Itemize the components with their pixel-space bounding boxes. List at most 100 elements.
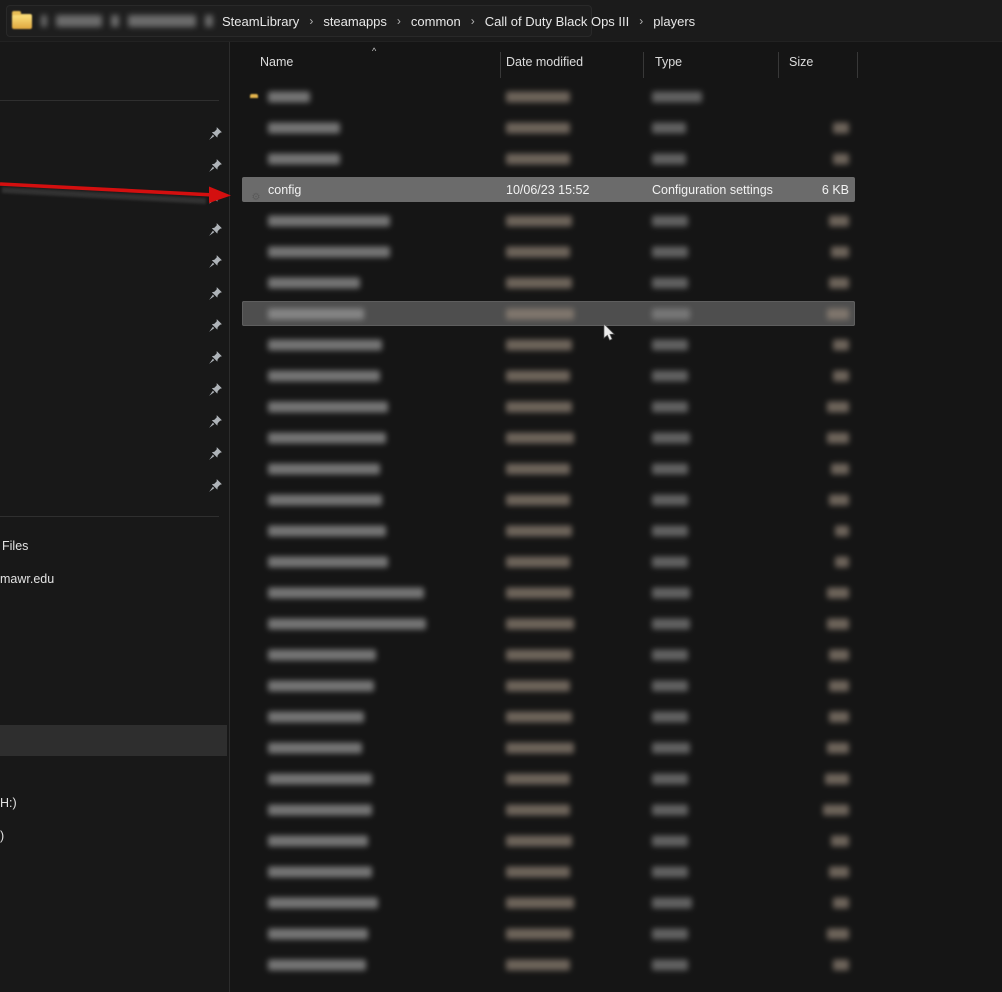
- pin-icon: [208, 222, 223, 237]
- file-size: 6 KB: [821, 182, 849, 197]
- file-row[interactable]: [242, 735, 855, 760]
- file-row[interactable]: [242, 611, 855, 636]
- pin-icon: [208, 382, 223, 397]
- file-size-redacted: [827, 401, 849, 412]
- file-row[interactable]: [242, 642, 855, 667]
- file-row[interactable]: [242, 270, 855, 295]
- file-date-redacted: [506, 711, 572, 722]
- file-name-redacted: [268, 463, 380, 474]
- breadcrumb-segment[interactable]: Call of Duty Black Ops III: [485, 14, 630, 29]
- breadcrumb-chevron-icon: ›: [470, 14, 475, 28]
- file-row[interactable]: [242, 239, 855, 264]
- nav-item-drive[interactable]: ): [0, 829, 4, 843]
- nav-item-drive-h[interactable]: H:): [0, 796, 17, 810]
- file-type-redacted: [652, 494, 688, 505]
- file-size-redacted: [823, 804, 849, 815]
- file-date-redacted: [506, 804, 570, 815]
- breadcrumb-segment-redacted[interactable]: [205, 15, 213, 27]
- file-row[interactable]: [242, 797, 855, 822]
- file-row[interactable]: [242, 859, 855, 884]
- file-row[interactable]: [242, 518, 855, 543]
- pin-icon: [208, 350, 223, 365]
- file-date-redacted: [506, 680, 570, 691]
- file-size-redacted: [835, 556, 849, 567]
- file-row[interactable]: [242, 828, 855, 853]
- file-name-redacted: [268, 866, 372, 877]
- nav-separator: [0, 100, 219, 101]
- file-size-redacted: [825, 773, 849, 784]
- file-row[interactable]: [242, 456, 855, 481]
- file-type-redacted: [652, 835, 688, 846]
- file-size-redacted: [835, 525, 849, 536]
- file-size-redacted: [833, 122, 849, 133]
- file-name: config: [268, 182, 302, 197]
- breadcrumb-segment[interactable]: steamapps: [323, 14, 387, 29]
- file-name-redacted: [268, 711, 364, 722]
- pin-icon: [208, 254, 223, 269]
- nav-item-highlight[interactable]: [0, 725, 227, 756]
- file-row[interactable]: [242, 115, 855, 140]
- file-type-redacted: [652, 463, 688, 474]
- file-row[interactable]: [242, 549, 855, 574]
- file-row[interactable]: [242, 84, 855, 109]
- breadcrumb-segment-redacted[interactable]: [128, 15, 196, 27]
- file-row[interactable]: [242, 487, 855, 512]
- file-size-redacted: [833, 897, 849, 908]
- breadcrumb-segment[interactable]: common: [411, 14, 461, 29]
- file-row[interactable]: [242, 766, 855, 791]
- file-type-redacted: [652, 153, 686, 164]
- file-row[interactable]: [242, 146, 855, 171]
- file-row[interactable]: [242, 363, 855, 388]
- file-row[interactable]: [242, 890, 855, 915]
- file-row[interactable]: [242, 704, 855, 729]
- file-row[interactable]: [242, 301, 855, 326]
- file-row[interactable]: [242, 952, 855, 977]
- file-row[interactable]: [242, 332, 855, 357]
- breadcrumb-segment[interactable]: SteamLibrary: [222, 14, 299, 29]
- file-type-redacted: [652, 556, 688, 567]
- file-name-redacted: [268, 91, 310, 102]
- file-name-redacted: [268, 122, 340, 133]
- file-date-redacted: [506, 959, 570, 970]
- file-row[interactable]: [242, 425, 855, 450]
- file-type-redacted: [652, 773, 688, 784]
- file-row[interactable]: [242, 394, 855, 419]
- file-date-redacted: [506, 525, 572, 536]
- file-name-redacted: [268, 959, 366, 970]
- file-row-config[interactable]: config 10/06/23 15:52 Configuration settin…: [242, 177, 855, 202]
- file-row[interactable]: [242, 208, 855, 233]
- breadcrumb-segment-redacted[interactable]: [111, 15, 119, 27]
- file-row[interactable]: [242, 673, 855, 698]
- file-type-redacted: [652, 618, 690, 629]
- breadcrumb-segment[interactable]: players: [653, 14, 695, 29]
- file-name-redacted: [268, 525, 386, 536]
- nav-separator: [0, 516, 219, 517]
- file-date-redacted: [506, 370, 570, 381]
- file-size-redacted: [827, 742, 849, 753]
- file-type-redacted: [652, 587, 690, 598]
- file-date-redacted: [506, 835, 572, 846]
- file-date-redacted: [506, 494, 570, 505]
- file-type-redacted: [652, 742, 690, 753]
- file-type-redacted: [652, 897, 692, 908]
- file-name-redacted: [268, 618, 426, 629]
- breadcrumb-chevron-icon: ›: [396, 14, 401, 28]
- file-type-redacted: [652, 525, 688, 536]
- breadcrumb-segment-redacted[interactable]: [41, 15, 47, 27]
- file-name-redacted: [268, 773, 372, 784]
- nav-item-files[interactable]: Files: [2, 539, 28, 553]
- breadcrumb-segment-redacted[interactable]: [56, 15, 102, 27]
- file-row[interactable]: [242, 921, 855, 946]
- file-type-redacted: [652, 215, 688, 226]
- pin-icon: [208, 318, 223, 333]
- file-size-redacted: [829, 277, 849, 288]
- file-row[interactable]: [242, 580, 855, 605]
- file-size-redacted: [831, 463, 849, 474]
- file-date-redacted: [506, 432, 574, 443]
- file-size-redacted: [829, 215, 849, 226]
- pin-icon: [208, 158, 223, 173]
- file-size-redacted: [829, 866, 849, 877]
- file-date-redacted: [506, 928, 572, 939]
- nav-item-domain[interactable]: mawr.edu: [0, 572, 54, 586]
- folder-icon: [12, 10, 32, 29]
